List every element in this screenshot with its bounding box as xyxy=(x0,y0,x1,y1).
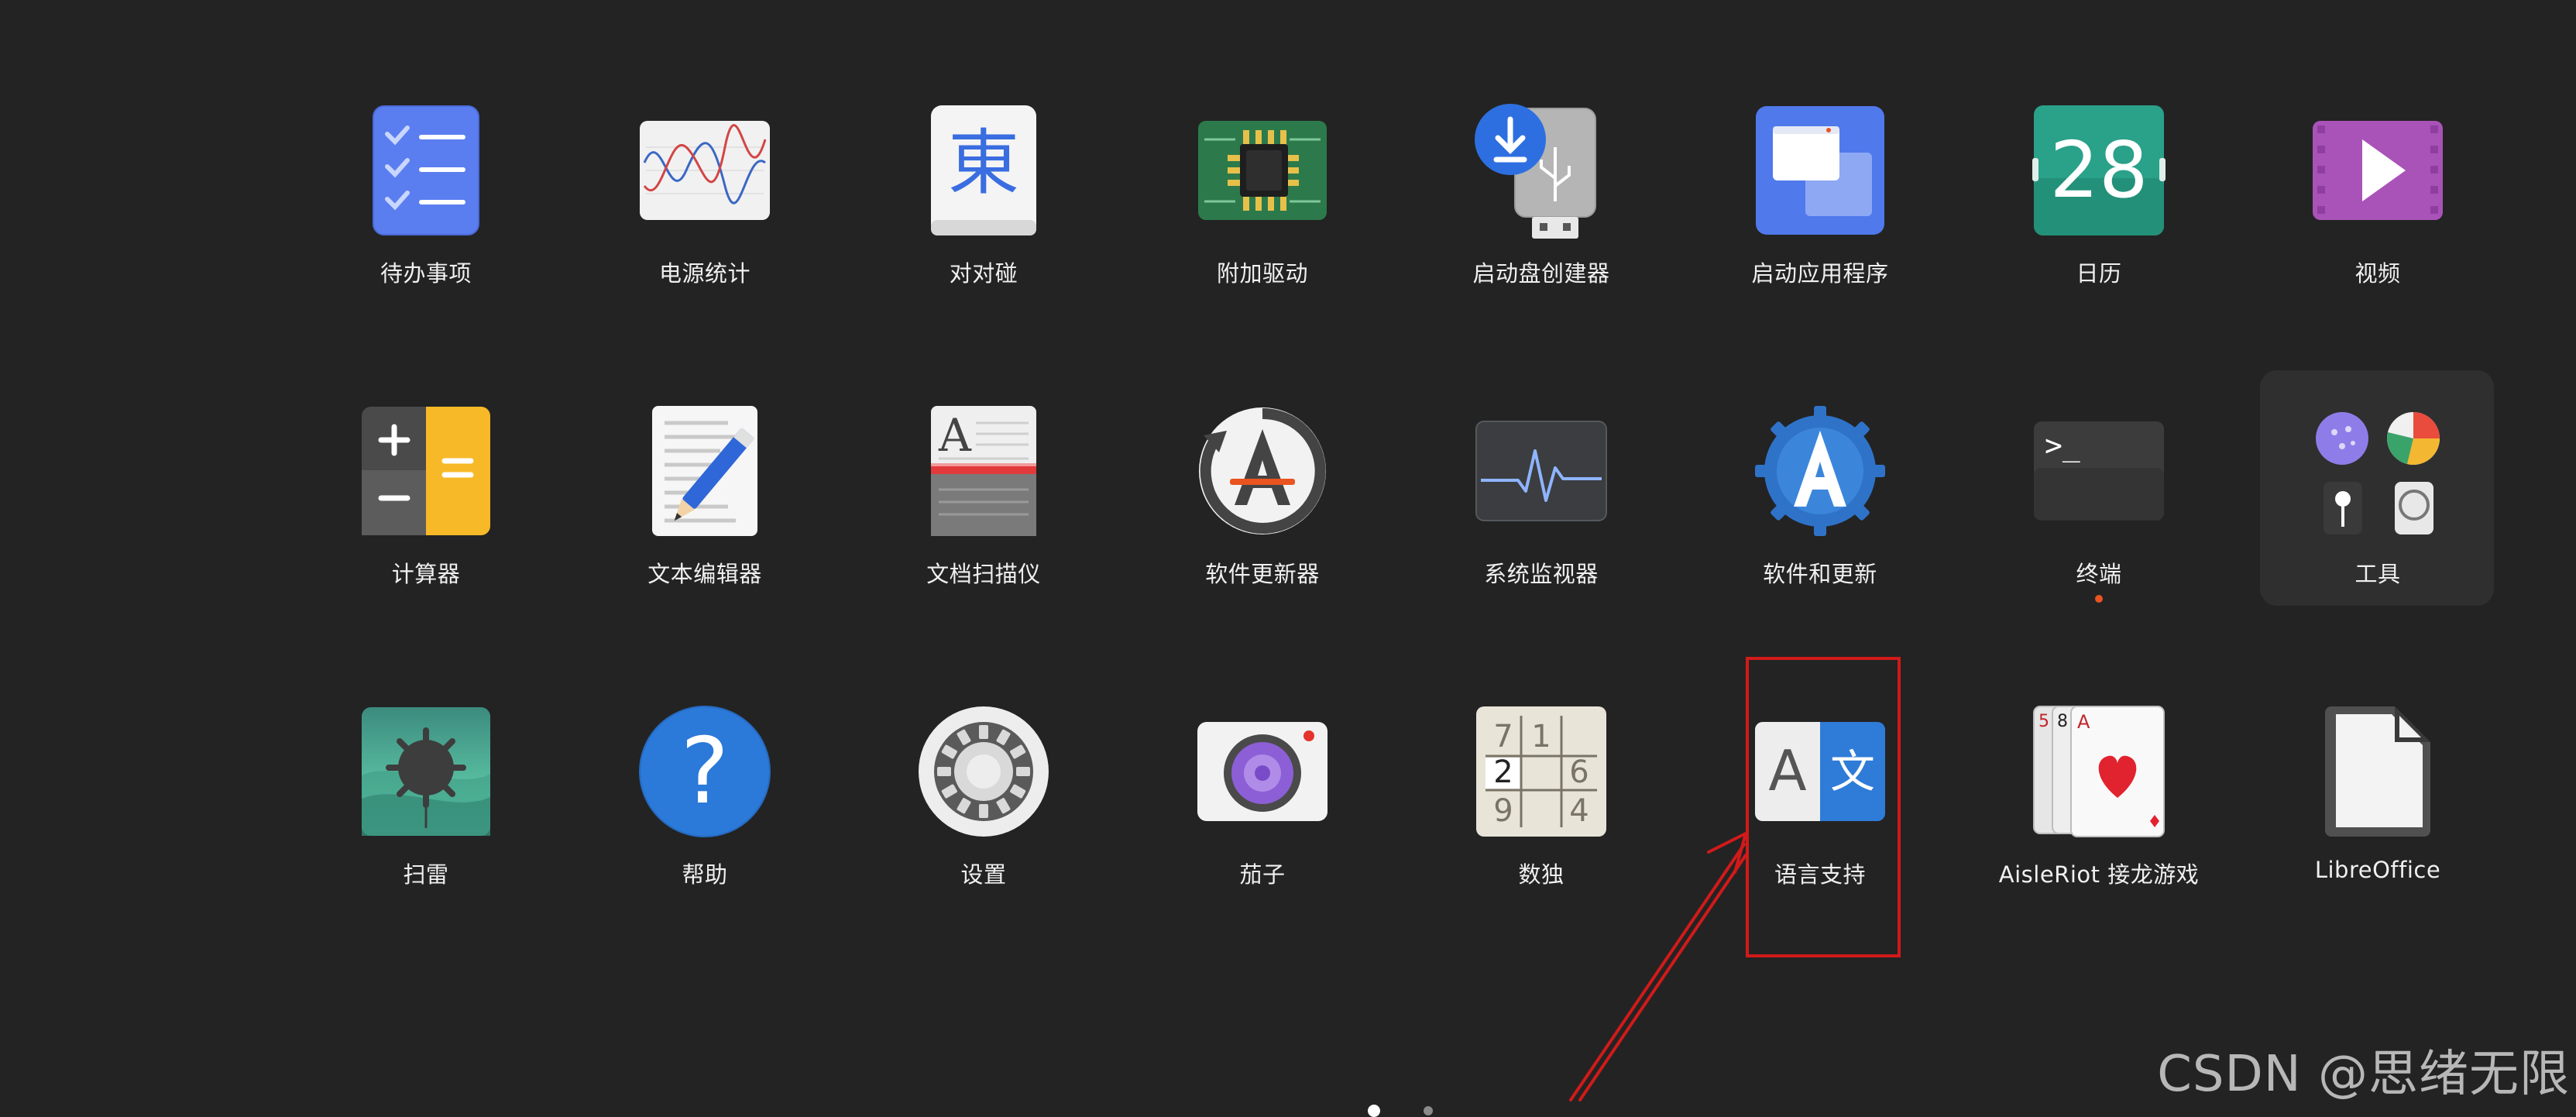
page-indicator[interactable] xyxy=(1424,1106,1433,1115)
annotation-arrow xyxy=(1569,832,1747,1102)
watermark: CSDN @思绪无限 xyxy=(2157,1046,2570,1103)
page-indicator-active[interactable] xyxy=(1368,1105,1380,1117)
